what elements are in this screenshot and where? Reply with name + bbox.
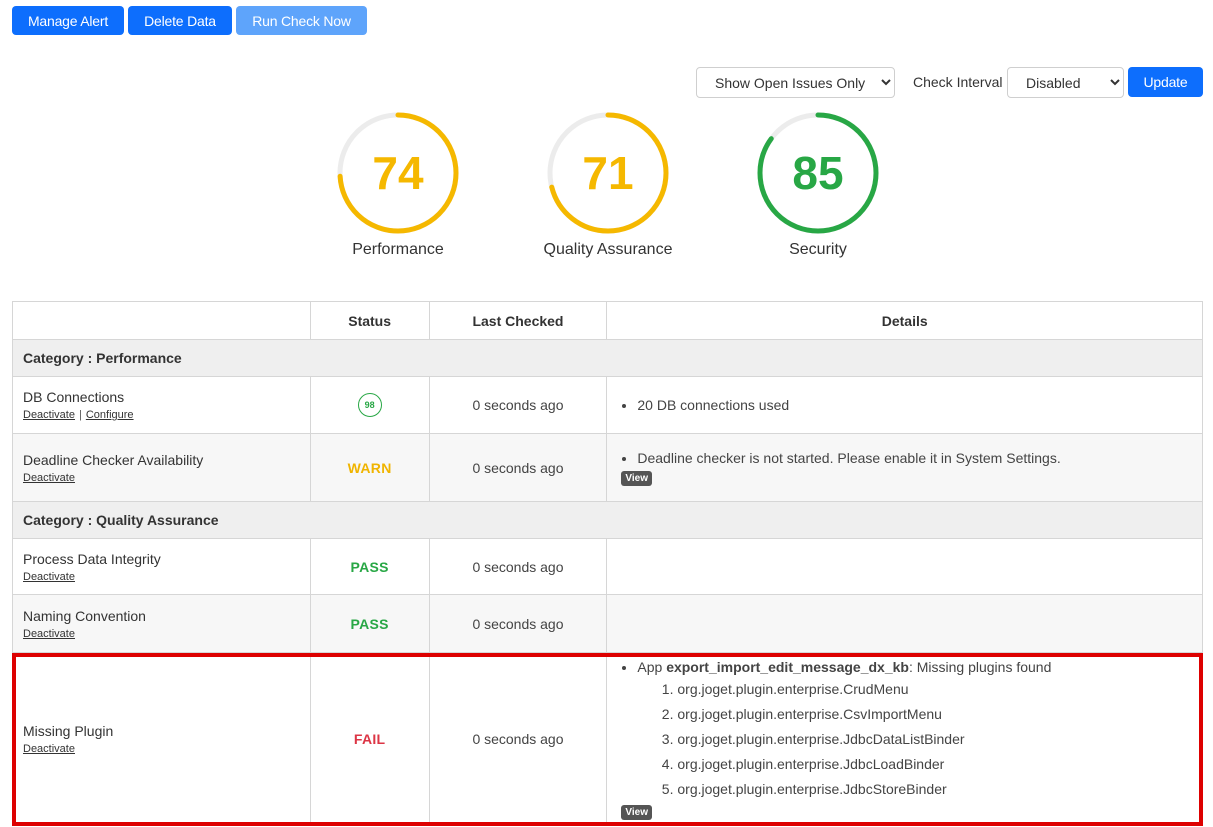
deactivate-link[interactable]: Deactivate bbox=[23, 743, 75, 755]
last-checked-cell: 0 seconds ago bbox=[428, 652, 608, 826]
row-actions: Deactivate bbox=[23, 571, 309, 583]
action-separator: | bbox=[78, 409, 82, 421]
score-label: Quality Assurance bbox=[543, 241, 673, 258]
plugin-item: org.joget.plugin.enterprise.JdbcDataList… bbox=[677, 727, 1201, 752]
detail-app-name: export_import_edit_message_dx_kb bbox=[666, 658, 909, 675]
check-name-cell: Process Data Integrity Deactivate bbox=[12, 538, 311, 595]
status-cell: FAIL bbox=[309, 652, 430, 826]
last-checked-cell: 0 seconds ago bbox=[428, 433, 608, 502]
status-cell: 98 bbox=[309, 376, 430, 434]
table-header-row: Status Last Checked Details bbox=[12, 301, 1203, 340]
deactivate-link[interactable]: Deactivate bbox=[23, 409, 75, 421]
check-name: Missing Plugin bbox=[23, 723, 114, 739]
row-actions: Deactivate bbox=[23, 472, 309, 484]
missing-plugin-list: org.joget.plugin.enterprise.CrudMenu org… bbox=[637, 677, 1201, 802]
category-row: Category : Performance bbox=[12, 339, 1203, 377]
check-name: Naming Convention bbox=[23, 607, 146, 624]
row-actions: Deactivate | Configure bbox=[23, 409, 309, 421]
status-cell: PASS bbox=[309, 594, 430, 653]
health-check-table: Status Last Checked Details Category : P… bbox=[12, 301, 1203, 826]
check-interval-select[interactable]: Disabled bbox=[1007, 67, 1124, 98]
manage-alert-button[interactable]: Manage Alert bbox=[12, 6, 124, 35]
check-name: Deadline Checker Availability bbox=[23, 451, 204, 468]
deactivate-link[interactable]: Deactivate bbox=[23, 628, 75, 640]
score-label: Security bbox=[789, 241, 847, 258]
details-list: App export_import_edit_message_dx_kb: Mi… bbox=[621, 659, 1201, 802]
check-name-cell: Naming Convention Deactivate bbox=[12, 594, 311, 653]
details-list: Deadline checker is not started. Please … bbox=[621, 450, 1201, 466]
plugin-item: org.joget.plugin.enterprise.CsvImportMen… bbox=[677, 702, 1201, 727]
detail-item: Deadline checker is not started. Please … bbox=[637, 450, 1201, 466]
configure-link[interactable]: Configure bbox=[86, 409, 134, 421]
score-gauge-quality-assurance: 71 Quality Assurance bbox=[528, 112, 688, 259]
status-score-badge: 98 bbox=[357, 393, 382, 417]
status-badge: FAIL bbox=[353, 731, 386, 747]
score-gauge-security: 85 Security bbox=[738, 112, 898, 259]
check-name: Process Data Integrity bbox=[23, 550, 161, 567]
detail-suffix: : Missing plugins found bbox=[908, 658, 1052, 675]
row-actions: Deactivate bbox=[23, 743, 309, 755]
detail-item: App export_import_edit_message_dx_kb: Mi… bbox=[637, 659, 1201, 802]
status-cell: WARN bbox=[309, 433, 430, 502]
run-check-now-button[interactable]: Run Check Now bbox=[236, 6, 367, 35]
category-label: Category : Quality Assurance bbox=[12, 501, 1203, 539]
last-checked-cell: 0 seconds ago bbox=[428, 538, 608, 595]
score-value: 85 bbox=[792, 147, 844, 199]
details-list: 20 DB connections used bbox=[621, 397, 1201, 413]
status-badge: PASS bbox=[350, 558, 389, 575]
plugin-item: org.joget.plugin.enterprise.CrudMenu bbox=[677, 677, 1201, 702]
check-name-cell: DB Connections Deactivate | Configure bbox=[12, 376, 311, 434]
table-row: Process Data Integrity Deactivate PASS 0… bbox=[12, 538, 1203, 595]
category-label: Category : Performance bbox=[12, 339, 1203, 377]
deactivate-link[interactable]: Deactivate bbox=[23, 571, 75, 583]
details-cell: 20 DB connections used bbox=[606, 376, 1203, 434]
table-row: DB Connections Deactivate | Configure 98 0… bbox=[12, 376, 1203, 434]
plugin-item: org.joget.plugin.enterprise.JdbcLoadBind… bbox=[677, 752, 1201, 777]
check-name-cell: Missing Plugin Deactivate bbox=[12, 652, 311, 826]
score-value: 74 bbox=[372, 147, 424, 199]
details-cell: App export_import_edit_message_dx_kb: Mi… bbox=[606, 652, 1203, 826]
plugin-item: org.joget.plugin.enterprise.JdbcStoreBin… bbox=[677, 777, 1201, 802]
score-value: 71 bbox=[582, 147, 634, 199]
view-button[interactable]: View bbox=[621, 804, 652, 820]
header-last-checked: Last Checked bbox=[428, 301, 608, 340]
header-name bbox=[12, 301, 311, 340]
category-row: Category : Quality Assurance bbox=[12, 501, 1203, 539]
score-gauge-performance: 74 Performance bbox=[318, 112, 478, 259]
last-checked-cell: 0 seconds ago bbox=[428, 594, 608, 653]
deactivate-link[interactable]: Deactivate bbox=[23, 472, 75, 484]
view-button[interactable]: View bbox=[621, 470, 652, 486]
header-details: Details bbox=[606, 301, 1203, 340]
table-row: Missing Plugin Deactivate FAIL 0 seconds… bbox=[12, 652, 1203, 826]
header-status: Status bbox=[309, 301, 430, 340]
row-actions: Deactivate bbox=[23, 628, 309, 640]
details-cell: Deadline checker is not started. Please … bbox=[606, 433, 1203, 502]
details-cell bbox=[606, 594, 1203, 653]
table-row: Deadline Checker Availability Deactivate… bbox=[12, 433, 1203, 502]
check-name-cell: Deadline Checker Availability Deactivate bbox=[12, 433, 311, 502]
status-cell: PASS bbox=[309, 538, 430, 595]
status-badge: PASS bbox=[350, 615, 389, 632]
last-checked-cell: 0 seconds ago bbox=[428, 376, 608, 434]
score-label: Performance bbox=[352, 241, 444, 258]
detail-prefix: App bbox=[637, 658, 667, 675]
issue-filter-select[interactable]: Show Open Issues Only bbox=[696, 67, 895, 98]
check-name: DB Connections bbox=[23, 389, 125, 405]
table-row: Naming Convention Deactivate PASS 0 seco… bbox=[12, 594, 1203, 653]
details-cell bbox=[606, 538, 1203, 595]
update-button[interactable]: Update bbox=[1128, 67, 1203, 97]
check-interval-label: Check Interval bbox=[913, 74, 1003, 90]
detail-item: 20 DB connections used bbox=[637, 397, 1201, 413]
delete-data-button[interactable]: Delete Data bbox=[128, 6, 232, 35]
status-badge: WARN bbox=[347, 459, 392, 476]
